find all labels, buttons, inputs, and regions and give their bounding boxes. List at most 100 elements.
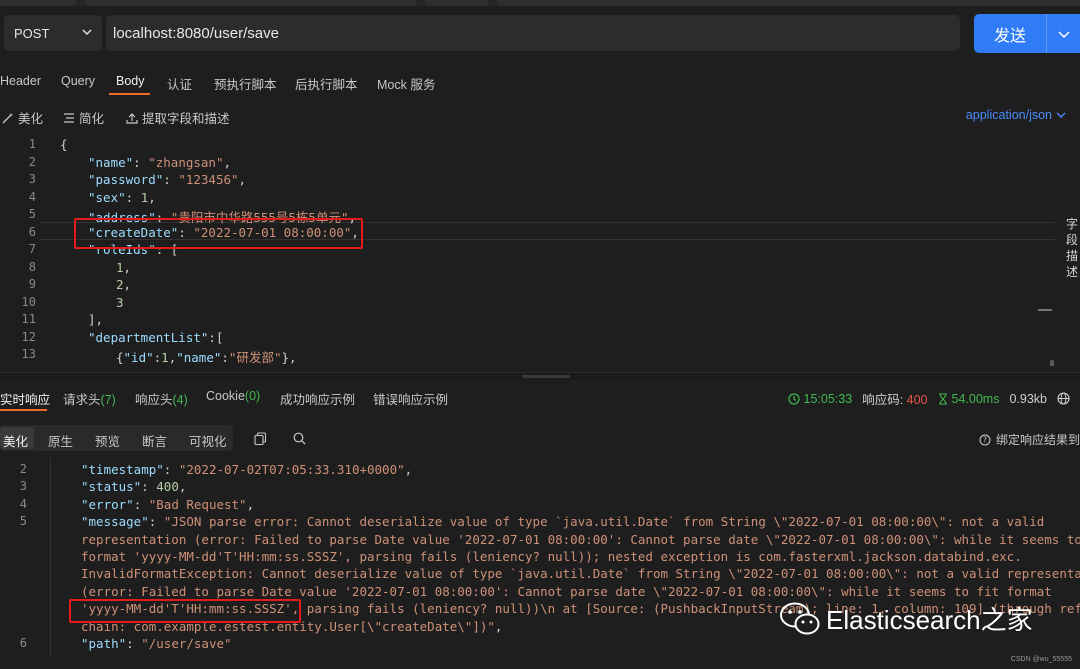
editor-scrollbar[interactable]	[1050, 360, 1054, 366]
code-token: 1	[161, 350, 169, 365]
field-description-panel-toggle[interactable]: 字段描述	[1064, 216, 1080, 280]
view-mode-preview[interactable]: 预览	[95, 431, 120, 450]
active-tab-indicator	[109, 93, 150, 95]
tab-error-example[interactable]: 错误响应示例	[373, 389, 448, 408]
clock-icon	[787, 392, 800, 405]
line-number: 9	[28, 277, 36, 291]
simplify-button[interactable]: 简化	[63, 108, 104, 127]
code-token: InvalidFormatException: Cannot deseriali…	[81, 566, 1080, 582]
method-label: POST	[14, 25, 50, 41]
extract-fields-label: 提取字段和描述	[142, 112, 230, 126]
chevron-down-icon	[1056, 112, 1066, 118]
code-token: ,	[404, 462, 413, 477]
line-number: 2	[19, 462, 27, 476]
watermark-text: Elasticsearch之家	[826, 605, 1033, 635]
line-number: 7	[28, 242, 36, 256]
tab-count: (4)	[172, 393, 188, 407]
code-token: 400	[156, 479, 179, 495]
line-number: 11	[21, 312, 36, 326]
line-number: 8	[28, 259, 36, 274]
code-token: representation (error: Failed to parse D…	[81, 531, 1080, 547]
send-options-button[interactable]	[1047, 28, 1080, 40]
bind-response-button[interactable]: ? 绑定响应结果到	[979, 431, 1080, 448]
tab-label: 错误响应示例	[373, 393, 449, 407]
active-tab-indicator	[0, 409, 47, 411]
code-token: "message"	[81, 514, 149, 530]
watermark: Elasticsearch之家	[780, 600, 1033, 637]
copy-icon[interactable]	[254, 432, 267, 445]
response-line: representation (error: Failed to parse D…	[81, 532, 1080, 547]
line-number: 10	[21, 294, 36, 309]
code-token: ,	[148, 189, 156, 205]
response-size: 0.93kb	[1009, 391, 1047, 406]
code-token: format 'yyyy-MM-dd'T'HH:mm:ss.SSSZ', par…	[81, 549, 1022, 564]
code-line: {"id":1,"name":"研发部"},	[116, 347, 297, 366]
tab-body[interactable]: Body	[116, 74, 145, 88]
duration: 54.00ms	[938, 392, 999, 406]
method-select[interactable]: POST	[4, 15, 102, 51]
credit-text: CSDN @wu_55555	[1010, 656, 1072, 663]
tab-label: 成功响应示例	[280, 393, 356, 407]
code-token: ,	[223, 154, 232, 170]
response-time-value: 15:05:33	[803, 391, 853, 406]
view-mode-raw[interactable]: 原生	[48, 431, 73, 450]
code-token: "id"	[123, 350, 154, 365]
code-line: 2,	[116, 277, 131, 292]
code-token: "Bad Request"	[148, 496, 247, 512]
code-token: 3	[116, 294, 124, 310]
response-line: "message": "JSON parse error: Cannot des…	[81, 514, 1044, 529]
code-token: },	[281, 350, 297, 365]
body-toolbar: 美化 简化 提取字段和描述 application/json	[0, 104, 1080, 128]
window-tab[interactable]	[86, 0, 416, 6]
window-tab[interactable]	[0, 0, 76, 6]
code-token: :	[126, 636, 142, 651]
code-token: "name"	[88, 154, 134, 170]
view-mode-pretty[interactable]: 美化	[3, 431, 28, 450]
code-token: "name"	[176, 350, 222, 365]
code-token: :[	[208, 329, 224, 345]
tab-count: (7)	[100, 393, 116, 407]
top-strip	[0, 0, 1080, 6]
beautify-button[interactable]: 美化	[2, 108, 43, 127]
tab-live-response[interactable]: 实时响应	[0, 389, 50, 408]
code-token: :	[125, 189, 141, 205]
code-line: "departmentList":[	[88, 330, 223, 345]
tab-query[interactable]: Query	[61, 74, 95, 88]
globe-icon[interactable]	[1057, 392, 1070, 405]
tab-mock[interactable]: Mock 服务	[377, 74, 435, 93]
tab-pre-script[interactable]: 预执行脚本	[214, 74, 277, 93]
view-mode-visualize[interactable]: 可视化	[189, 431, 227, 450]
tab-response-headers[interactable]: 响应头(4)	[135, 389, 188, 408]
panel-splitter[interactable]	[0, 372, 1080, 380]
splitter-grip[interactable]	[522, 375, 570, 378]
tab-request-headers[interactable]: 请求头(7)	[63, 389, 116, 408]
code-line: 1,	[116, 260, 131, 275]
line-number: 12	[21, 329, 36, 344]
extract-fields-button[interactable]: 提取字段和描述	[126, 108, 230, 127]
tab-post-script[interactable]: 后执行脚本	[295, 74, 358, 93]
search-icon[interactable]	[293, 432, 306, 445]
code-line: "password": "123456",	[88, 172, 246, 187]
send-button[interactable]: 发送	[974, 14, 1080, 53]
code-line: {	[60, 137, 68, 152]
simplify-label: 简化	[79, 112, 105, 126]
url-input[interactable]: localhost:8080/user/save	[106, 15, 960, 51]
request-body-editor[interactable]: 1 {2 "name": "zhangsan", 3 "password": "1234…	[0, 134, 1060, 366]
tab-auth[interactable]: 认证	[167, 74, 192, 93]
tab-cookie[interactable]: Cookie(0)	[206, 389, 260, 403]
window-tab[interactable]	[498, 0, 1080, 6]
code-token: "2022-07-02T07:05:33.310+0000"	[178, 462, 405, 477]
line-number: 6	[19, 636, 27, 650]
line-number: 4	[19, 496, 27, 511]
code-token: :	[141, 479, 157, 495]
content-type-select[interactable]: application/json	[966, 108, 1066, 122]
window-tab[interactable]	[426, 0, 488, 6]
tab-header[interactable]: Header	[0, 74, 41, 88]
status-code: 响应码: 400	[862, 389, 927, 408]
minimap-marker	[1038, 309, 1052, 311]
response-line: InvalidFormatException: Cannot deseriali…	[81, 566, 1080, 581]
code-token: "password"	[88, 172, 164, 187]
tab-success-example[interactable]: 成功响应示例	[280, 389, 355, 408]
response-line: (error: Failed to parse Date value '2022…	[81, 584, 1052, 599]
view-mode-assert[interactable]: 断言	[142, 431, 167, 450]
